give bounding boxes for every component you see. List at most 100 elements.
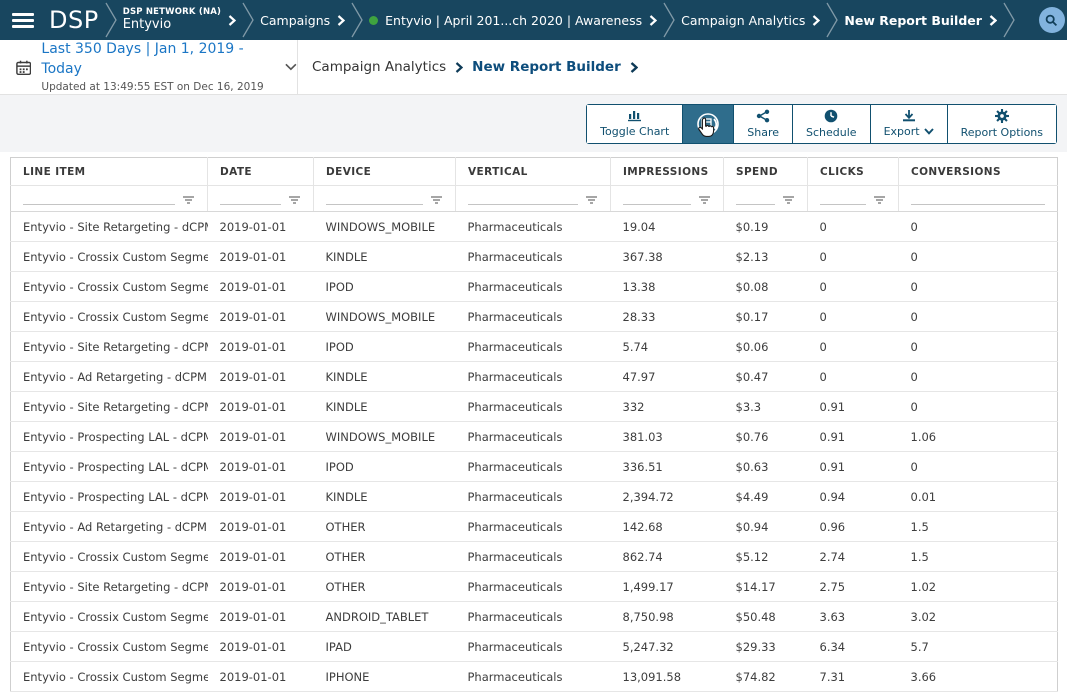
cell-line-item: Entyvio - Crossix Custom Segment B [11, 542, 208, 572]
filter-icon[interactable] [430, 195, 443, 205]
sub-breadcrumb-campaign-analytics[interactable]: Campaign Analytics [312, 59, 446, 75]
filter-icon[interactable] [288, 195, 301, 205]
filter-icon[interactable] [182, 195, 195, 205]
cell-line-item: Entyvio - Site Retargeting - dCPM (La [11, 392, 208, 422]
date-range-selector[interactable]: Last 350 Days | Jan 1, 2019 - Today Upda… [0, 40, 298, 94]
column-header-device[interactable]: DEVICE [314, 158, 456, 186]
cell-spend: $0.63 [724, 452, 808, 482]
chevron-right-icon [630, 62, 638, 73]
cell-line-item: Entyvio - Crossix Custom Segment B [11, 632, 208, 662]
toggle-table-button[interactable] [683, 105, 734, 143]
cell-vertical: Pharmaceuticals [456, 242, 611, 272]
chevron-right-icon [812, 15, 820, 26]
cell-conversions: 3.02 [899, 602, 1058, 632]
share-button[interactable]: Share [734, 105, 793, 143]
cell-date: 2019-01-01 [208, 422, 314, 452]
column-header-date[interactable]: DATE [208, 158, 314, 186]
mouse-cursor [697, 117, 715, 139]
hamburger-menu-icon[interactable] [12, 13, 34, 28]
breadcrumb-separator-icon [104, 2, 118, 38]
search-button[interactable] [1039, 7, 1065, 33]
cell-spend: $0.94 [724, 512, 808, 542]
cell-clicks: 0 [808, 332, 899, 362]
filter-input-vertical[interactable] [468, 191, 578, 205]
breadcrumb-campaign[interactable]: Entyvio | April 201...ch 2020 | Awarenes… [369, 13, 657, 28]
column-header-clicks[interactable]: CLICKS [808, 158, 899, 186]
filter-input-device[interactable] [326, 191, 423, 205]
network-switcher[interactable]: DSP NETWORK (NA) Entyvio [123, 7, 236, 34]
cell-impressions: 2,394.72 [611, 482, 724, 512]
cell-impressions: 47.97 [611, 362, 724, 392]
cell-device: IPOD [314, 272, 456, 302]
cell-date: 2019-01-01 [208, 572, 314, 602]
table-row: Entyvio - Site Retargeting - dCPM (La201… [11, 572, 1058, 602]
toggle-chart-button[interactable]: Toggle Chart [587, 105, 683, 143]
cell-clicks: 0 [808, 212, 899, 242]
column-header-line-item[interactable]: LINE ITEM [11, 158, 208, 186]
cell-vertical: Pharmaceuticals [456, 482, 611, 512]
cell-clicks: 0.91 [808, 422, 899, 452]
cell-line-item: Entyvio - Site Retargeting - dCPM (La [11, 212, 208, 242]
report-options-button[interactable]: Report Options [948, 105, 1056, 143]
cell-date: 2019-01-01 [208, 272, 314, 302]
sub-breadcrumb-new-report-builder[interactable]: New Report Builder [472, 59, 621, 75]
cell-device: IPHONE [314, 662, 456, 692]
date-breadcrumb-bar: Last 350 Days | Jan 1, 2019 - Today Upda… [0, 40, 1067, 95]
cell-device: KINDLE [314, 392, 456, 422]
chevron-right-icon [989, 15, 997, 26]
cell-clicks: 2.75 [808, 572, 899, 602]
cell-device: KINDLE [314, 482, 456, 512]
table-row: Entyvio - Site Retargeting - dCPM (La201… [11, 212, 1058, 242]
cell-conversions: 0 [899, 302, 1058, 332]
filter-input-conversions[interactable] [911, 191, 1045, 205]
filter-input-date[interactable] [220, 191, 281, 205]
cell-line-item: Entyvio - Ad Retargeting - dCPM (Lar [11, 362, 208, 392]
report-table-container: LINE ITEMDATEDEVICEVERTICALIMPRESSIONSSP… [10, 157, 1057, 692]
cell-impressions: 8,750.98 [611, 602, 724, 632]
cell-conversions: 0 [899, 332, 1058, 362]
filter-icon[interactable] [698, 195, 711, 205]
cell-vertical: Pharmaceuticals [456, 392, 611, 422]
cell-impressions: 381.03 [611, 422, 724, 452]
cell-impressions: 28.33 [611, 302, 724, 332]
toolbar-band: Toggle Chart Share Schedule Export Repor… [0, 95, 1067, 152]
filter-input-line-item[interactable] [23, 191, 175, 205]
chevron-right-icon [228, 15, 236, 26]
filter-icon[interactable] [782, 195, 795, 205]
chevron-right-icon [337, 15, 345, 26]
table-row: Entyvio - Site Retargeting - dCPM (La201… [11, 332, 1058, 362]
search-icon [1045, 14, 1058, 27]
cell-device: WINDOWS_MOBILE [314, 302, 456, 332]
filter-input-spend[interactable] [736, 191, 775, 205]
calendar-icon [16, 59, 31, 76]
breadcrumb-new-report-builder[interactable]: New Report Builder [844, 13, 997, 28]
breadcrumb-campaign-analytics[interactable]: Campaign Analytics [681, 13, 820, 28]
cell-line-item: Entyvio - Prospecting LAL - dCPM (La [11, 452, 208, 482]
filter-input-impressions[interactable] [623, 191, 691, 205]
cell-impressions: 336.51 [611, 452, 724, 482]
filter-icon[interactable] [873, 195, 886, 205]
schedule-button[interactable]: Schedule [793, 105, 871, 143]
column-header-conversions[interactable]: CONVERSIONS [899, 158, 1058, 186]
table-row: Entyvio - Crossix Custom Segment B2019-0… [11, 542, 1058, 572]
breadcrumb-campaigns[interactable]: Campaigns [260, 13, 345, 28]
cell-spend: $29.33 [724, 632, 808, 662]
cell-conversions: 1.5 [899, 542, 1058, 572]
filter-cell-spend [724, 186, 808, 212]
cell-date: 2019-01-01 [208, 602, 314, 632]
filter-input-clicks[interactable] [820, 191, 866, 205]
cell-spend: $0.19 [724, 212, 808, 242]
table-row: Entyvio - Prospecting LAL - dCPM (La2019… [11, 422, 1058, 452]
column-header-impressions[interactable]: IMPRESSIONS [611, 158, 724, 186]
column-header-spend[interactable]: SPEND [724, 158, 808, 186]
filter-icon[interactable] [585, 195, 598, 205]
cell-conversions: 0 [899, 392, 1058, 422]
cell-date: 2019-01-01 [208, 542, 314, 572]
cell-line-item: Entyvio - Crossix Custom Segment B [11, 662, 208, 692]
cell-vertical: Pharmaceuticals [456, 332, 611, 362]
cell-clicks: 0 [808, 362, 899, 392]
column-header-vertical[interactable]: VERTICAL [456, 158, 611, 186]
cell-device: ANDROID_TABLET [314, 602, 456, 632]
cell-date: 2019-01-01 [208, 482, 314, 512]
export-button[interactable]: Export [871, 105, 948, 143]
